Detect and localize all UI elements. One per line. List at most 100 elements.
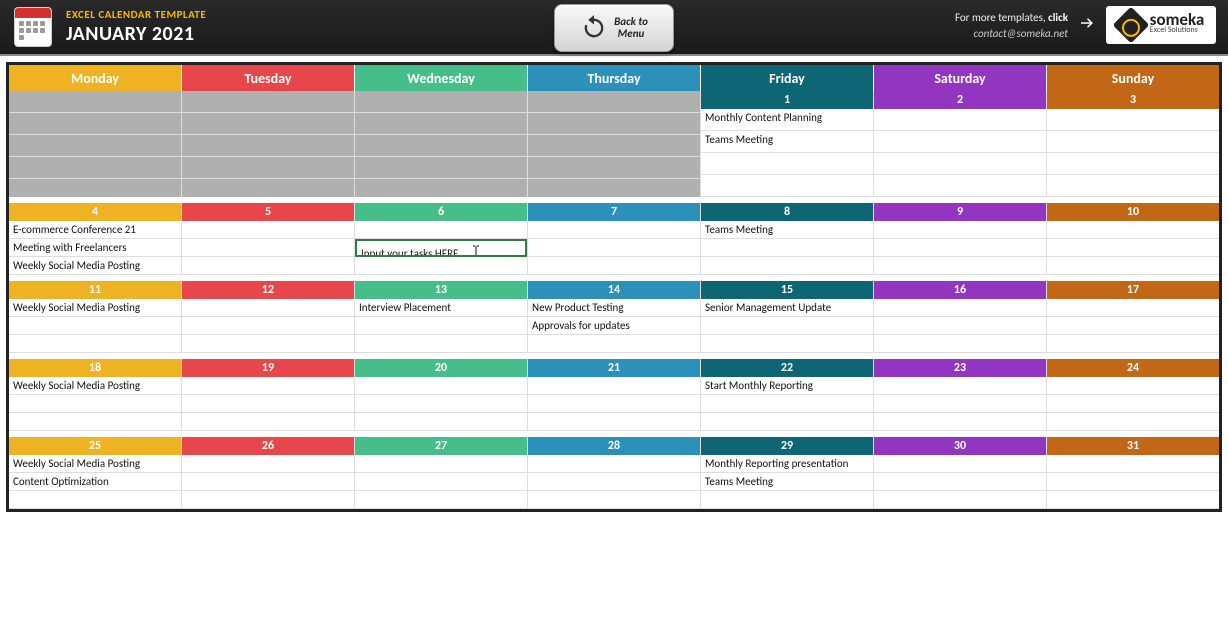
- task-cell[interactable]: Approvals for updates: [528, 317, 700, 335]
- task-cell[interactable]: [1047, 491, 1219, 509]
- task-cell[interactable]: [9, 113, 181, 135]
- task-cell[interactable]: [355, 135, 527, 157]
- task-cell[interactable]: Senior Management Update: [701, 299, 873, 317]
- task-cell[interactable]: [355, 491, 527, 509]
- task-cell[interactable]: [1047, 153, 1219, 175]
- someka-logo[interactable]: someka Excel Solutions: [1106, 6, 1216, 44]
- task-cell[interactable]: [182, 455, 354, 473]
- task-cell[interactable]: Teams Meeting: [701, 473, 873, 491]
- task-cell[interactable]: [874, 131, 1046, 153]
- task-cell[interactable]: [355, 455, 527, 473]
- task-cell[interactable]: [874, 221, 1046, 239]
- task-cell[interactable]: [874, 395, 1046, 413]
- task-cell[interactable]: [528, 91, 700, 113]
- task-cell[interactable]: Weekly Social Media Posting: [9, 455, 181, 473]
- task-cell[interactable]: [874, 377, 1046, 395]
- task-cell[interactable]: [701, 257, 873, 275]
- more-templates-text[interactable]: For more templates, click: [955, 11, 1068, 24]
- task-cell[interactable]: Start Monthly Reporting: [701, 377, 873, 395]
- task-cell[interactable]: [701, 317, 873, 335]
- task-cell[interactable]: [9, 413, 181, 431]
- task-cell[interactable]: [1047, 335, 1219, 353]
- task-cell[interactable]: [528, 335, 700, 353]
- task-cell[interactable]: [874, 257, 1046, 275]
- task-cell[interactable]: [528, 239, 700, 257]
- task-cell[interactable]: [874, 491, 1046, 509]
- task-cell[interactable]: [182, 413, 354, 431]
- task-cell[interactable]: [1047, 109, 1219, 131]
- task-cell[interactable]: [9, 317, 181, 335]
- task-cell[interactable]: [355, 257, 527, 275]
- task-cell[interactable]: [874, 317, 1046, 335]
- task-cell[interactable]: [528, 413, 700, 431]
- task-cell[interactable]: [874, 413, 1046, 431]
- task-cell[interactable]: [701, 395, 873, 413]
- task-cell[interactable]: [355, 377, 527, 395]
- task-cell[interactable]: Content Optimization: [9, 473, 181, 491]
- task-cell[interactable]: [874, 175, 1046, 197]
- task-cell[interactable]: [182, 157, 354, 179]
- task-cell[interactable]: [182, 317, 354, 335]
- task-cell[interactable]: [528, 221, 700, 239]
- task-cell[interactable]: [355, 113, 527, 135]
- task-cell[interactable]: Monthly Content Planning: [701, 109, 873, 131]
- task-cell[interactable]: Weekly Social Media Posting: [9, 257, 181, 275]
- task-cell[interactable]: [182, 299, 354, 317]
- task-cell[interactable]: [9, 395, 181, 413]
- task-cell[interactable]: [701, 175, 873, 197]
- task-cell[interactable]: [9, 91, 181, 113]
- task-cell-editing[interactable]: Input your tasks HERE ...: [355, 239, 527, 257]
- task-cell[interactable]: [182, 473, 354, 491]
- task-cell[interactable]: [1047, 473, 1219, 491]
- task-cell[interactable]: [355, 413, 527, 431]
- task-cell[interactable]: Teams Meeting: [701, 131, 873, 153]
- task-cell[interactable]: [182, 91, 354, 113]
- task-cell[interactable]: [182, 395, 354, 413]
- task-cell[interactable]: [1047, 299, 1219, 317]
- task-cell[interactable]: [1047, 221, 1219, 239]
- task-cell[interactable]: [355, 395, 527, 413]
- task-cell[interactable]: [701, 491, 873, 509]
- task-cell[interactable]: [182, 335, 354, 353]
- task-cell[interactable]: [1047, 377, 1219, 395]
- task-cell[interactable]: [182, 113, 354, 135]
- task-cell[interactable]: [701, 413, 873, 431]
- back-to-menu-button[interactable]: Back toMenu: [554, 4, 674, 52]
- task-cell[interactable]: [9, 157, 181, 179]
- task-cell[interactable]: [528, 377, 700, 395]
- task-cell[interactable]: [355, 317, 527, 335]
- task-cell[interactable]: [874, 455, 1046, 473]
- task-cell[interactable]: [874, 335, 1046, 353]
- task-cell[interactable]: Weekly Social Media Posting: [9, 377, 181, 395]
- task-cell[interactable]: [874, 239, 1046, 257]
- task-cell[interactable]: [9, 135, 181, 157]
- task-cell[interactable]: [874, 153, 1046, 175]
- task-cell[interactable]: [182, 239, 354, 257]
- task-cell[interactable]: [182, 377, 354, 395]
- task-cell[interactable]: [528, 491, 700, 509]
- contact-email[interactable]: contact@someka.net: [955, 27, 1068, 40]
- task-cell[interactable]: Interview Placement: [355, 299, 527, 317]
- task-cell[interactable]: [1047, 257, 1219, 275]
- task-cell[interactable]: Weekly Social Media Posting: [9, 299, 181, 317]
- task-cell[interactable]: Monthly Reporting presentation: [701, 455, 873, 473]
- task-cell[interactable]: [528, 455, 700, 473]
- task-cell[interactable]: Meeting with Freelancers: [9, 239, 181, 257]
- task-cell[interactable]: [1047, 175, 1219, 197]
- task-cell[interactable]: [701, 153, 873, 175]
- task-cell[interactable]: [1047, 395, 1219, 413]
- task-cell[interactable]: [355, 91, 527, 113]
- task-cell[interactable]: [874, 299, 1046, 317]
- task-cell[interactable]: [528, 135, 700, 157]
- task-cell[interactable]: [1047, 413, 1219, 431]
- task-cell[interactable]: [528, 473, 700, 491]
- task-cell[interactable]: [1047, 317, 1219, 335]
- task-cell[interactable]: [355, 157, 527, 179]
- task-cell[interactable]: [701, 335, 873, 353]
- task-cell[interactable]: [1047, 239, 1219, 257]
- task-cell[interactable]: [182, 135, 354, 157]
- task-cell[interactable]: [874, 473, 1046, 491]
- task-cell[interactable]: E-commerce Conference 21: [9, 221, 181, 239]
- task-cell[interactable]: [528, 113, 700, 135]
- task-cell[interactable]: [182, 257, 354, 275]
